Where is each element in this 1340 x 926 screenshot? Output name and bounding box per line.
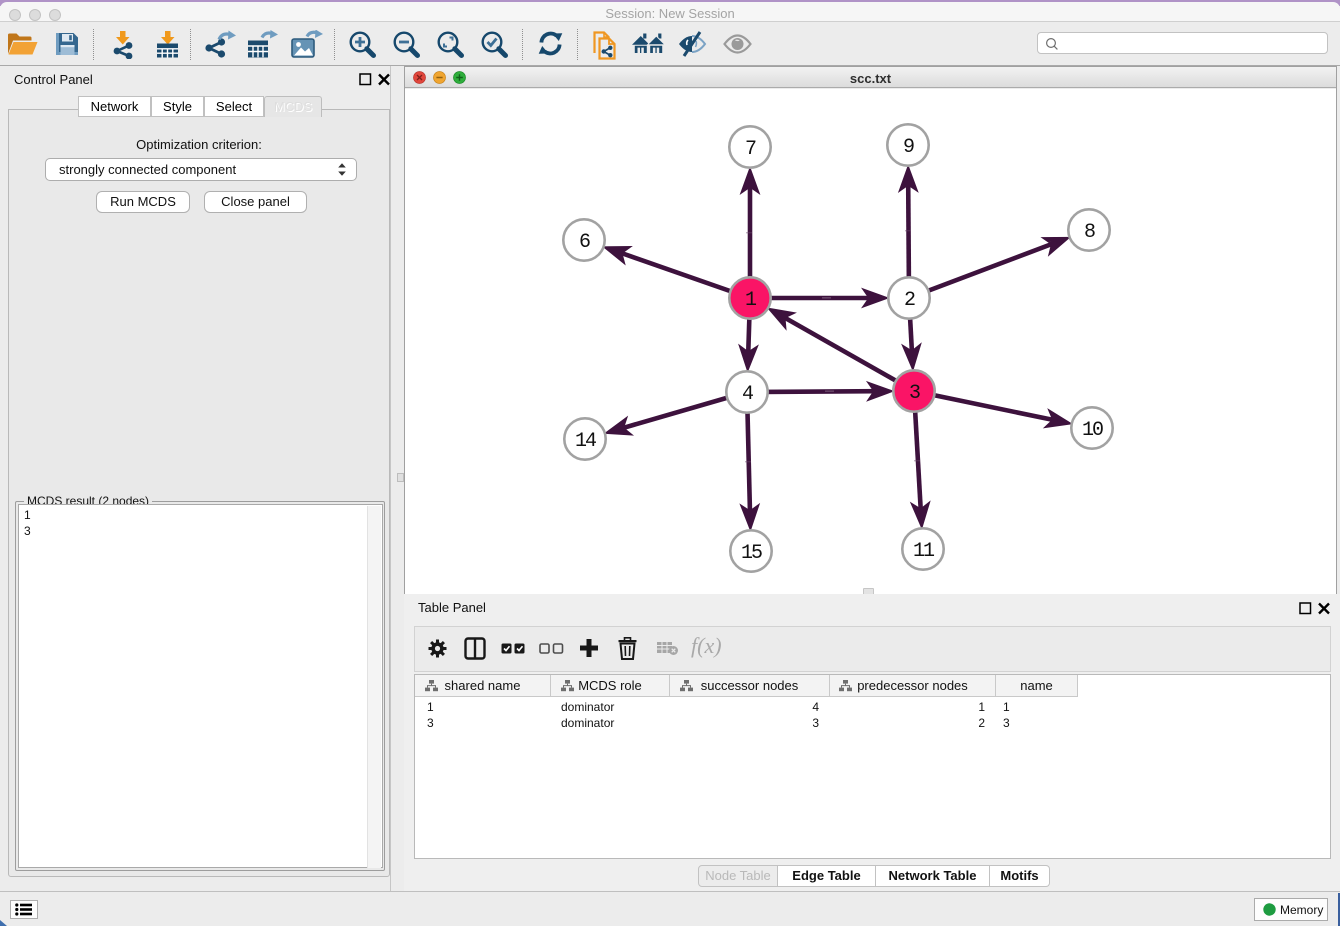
svg-text:4: 4 [742, 383, 753, 406]
svg-text:10: 10 [1082, 419, 1103, 442]
svg-text:14: 14 [575, 430, 596, 453]
svg-text:3: 3 [909, 382, 920, 405]
svg-text:15: 15 [741, 542, 762, 565]
svg-text:2: 2 [904, 289, 915, 312]
svg-text:7: 7 [745, 138, 756, 161]
svg-text:11: 11 [913, 540, 935, 563]
svg-text:8: 8 [1084, 221, 1095, 244]
svg-text:6: 6 [579, 231, 590, 254]
svg-text:9: 9 [903, 136, 914, 159]
